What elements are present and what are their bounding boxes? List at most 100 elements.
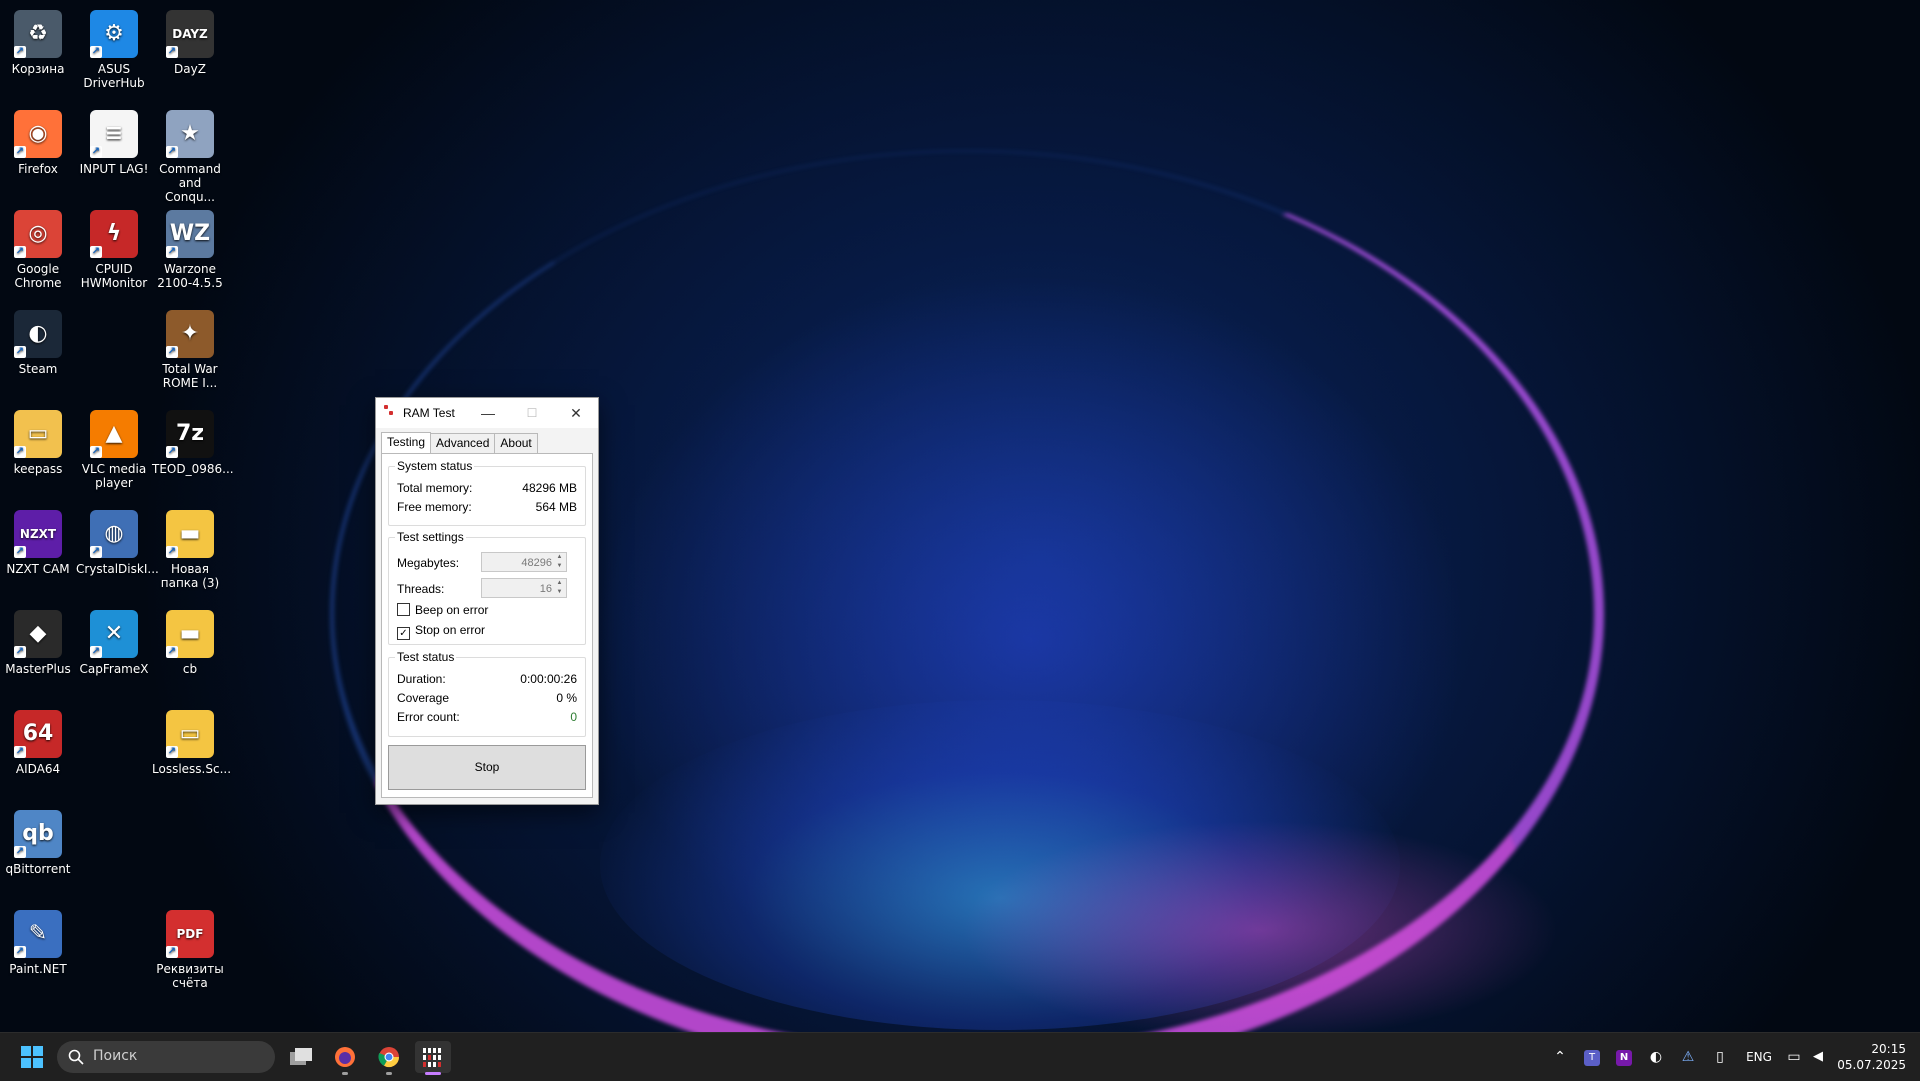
desktop-shortcut-icon: ◆ ↗ (14, 610, 62, 658)
tray-steam-icon[interactable]: ◐ (1644, 1033, 1668, 1081)
taskbar-chrome[interactable] (371, 1041, 407, 1075)
shortcut-arrow-icon: ↗ (14, 246, 26, 258)
desktop-icon-label: Google Chrome (14, 262, 62, 290)
shortcut-arrow-icon: ↗ (166, 46, 178, 58)
tab-about[interactable]: About (494, 433, 538, 454)
shortcut-arrow-icon: ↗ (166, 446, 178, 458)
desktop-icon[interactable]: NZXT ↗ NZXT CAM (0, 504, 76, 576)
desktop-icon[interactable]: ✦ ↗ Total War ROME I... (152, 304, 228, 390)
desktop-icon-label: Корзина (11, 62, 65, 76)
desktop-shortcut-icon: ▬ ↗ (166, 610, 214, 658)
show-hidden-icons-chevron-icon[interactable]: ⌃ (1548, 1033, 1572, 1081)
title-bar[interactable]: RAM Test — ☐ ✕ (376, 398, 598, 428)
windows-logo-icon (21, 1046, 43, 1068)
tray-volume-icon[interactable]: ◀ (1806, 1033, 1830, 1081)
desktop-icon-label: VLC media player (81, 462, 147, 490)
free-memory-label: Free memory: (397, 500, 472, 514)
desktop-icon[interactable]: ▭ ↗ Lossless.Sc... (152, 704, 232, 776)
duration-value: 0:00:00:26 (520, 672, 577, 686)
desktop-icon[interactable]: ≡ ↗ INPUT LAG! (76, 104, 152, 176)
task-view-button[interactable] (283, 1041, 319, 1073)
desktop-shortcut-icon: ◍ ↗ (90, 510, 138, 558)
minimize-button[interactable]: — (466, 398, 510, 428)
desktop-icon[interactable]: ◎ ↗ Google Chrome (0, 204, 76, 290)
taskbar-ram-test[interactable] (415, 1041, 451, 1075)
desktop-icon[interactable]: 64 ↗ AIDA64 (0, 704, 76, 776)
megabytes-spin-arrows-icon[interactable]: ▲ ▼ (555, 553, 564, 571)
beep-on-error-label: Beep on error (415, 603, 489, 617)
coverage-row: Coverage 0 % (397, 691, 577, 707)
tray-network-warning-icon[interactable]: ⚠ (1676, 1033, 1700, 1081)
firefox-icon (335, 1047, 355, 1067)
desktop-icon-label: TEOD_0986... (152, 462, 234, 476)
desktop-icon[interactable]: ♻ ↗ Корзина (0, 4, 76, 76)
desktop-icon[interactable]: 7z ↗ TEOD_0986... (152, 404, 234, 476)
shortcut-arrow-icon: ↗ (166, 146, 178, 158)
desktop-shortcut-icon: ✕ ↗ (90, 610, 138, 658)
taskbar-search[interactable]: Поиск (57, 1041, 275, 1073)
maximize-button[interactable]: ☐ (510, 398, 554, 428)
shortcut-arrow-icon: ↗ (90, 646, 102, 658)
stop-button[interactable]: Stop (388, 745, 586, 790)
desktop-icon[interactable]: ★ ↗ Command and Conqu... (152, 104, 228, 204)
language-indicator[interactable]: ENG (1742, 1033, 1776, 1081)
desktop-icon[interactable]: ◉ ↗ Firefox (0, 104, 76, 176)
duration-label: Duration: (397, 672, 446, 686)
ram-test-app-icon (384, 405, 394, 419)
total-memory-label: Total memory: (397, 481, 473, 495)
desktop-icon[interactable]: PDF ↗ Реквизиты счёта (152, 904, 228, 990)
test-status-label: Test status (395, 650, 457, 664)
stop-checkbox-box[interactable]: ✓ (397, 627, 410, 640)
desktop-icon-label: Warzone 2100-4.5.5 (157, 262, 223, 290)
shortcut-arrow-icon: ↗ (90, 146, 102, 158)
ram-test-taskbar-icon (423, 1048, 441, 1067)
megabytes-value: 48296 (521, 557, 552, 569)
tray-teams-icon[interactable]: T (1580, 1033, 1604, 1081)
tab-testing[interactable]: Testing (381, 432, 432, 455)
stop-on-error-label: Stop on error (415, 623, 486, 637)
taskbar-clock[interactable]: 20:15 05.07.2025 (1837, 1041, 1906, 1073)
desktop-icon[interactable]: ✕ ↗ CapFrameX (76, 604, 152, 676)
error-count-value: 0 (570, 710, 577, 724)
desktop-icon[interactable]: ⚙ ↗ ASUS DriverHub (76, 4, 152, 90)
desktop-icon[interactable]: ▭ ↗ keepass (0, 404, 76, 476)
start-button[interactable] (14, 1041, 50, 1073)
megabytes-stepper[interactable]: 48296 ▲ ▼ (481, 552, 567, 572)
tray-onenote-icon[interactable]: N (1612, 1033, 1636, 1081)
desktop-shortcut-icon: ◎ ↗ (14, 210, 62, 258)
desktop-icon[interactable]: ▬ ↗ Новая папка (3) (152, 504, 228, 590)
desktop-icon[interactable]: ▬ ↗ cb (152, 604, 228, 676)
desktop-icon[interactable]: ✎ ↗ Paint.NET (0, 904, 76, 976)
shortcut-arrow-icon: ↗ (14, 446, 26, 458)
desktop-icon-label: cb (182, 662, 198, 676)
desktop-icon-label: Lossless.Sc... (152, 762, 232, 776)
stop-on-error-checkbox[interactable]: ✓ Stop on error (397, 623, 486, 640)
desktop-icon-label: AIDA64 (15, 762, 61, 776)
tab-advanced[interactable]: Advanced (430, 433, 496, 454)
desktop-icon[interactable]: ◆ ↗ MasterPlus (0, 604, 76, 676)
desktop-icon[interactable]: ◍ ↗ CrystalDiskI... (76, 504, 159, 576)
shortcut-arrow-icon: ↗ (90, 46, 102, 58)
tray-usb-icon[interactable]: ▯ (1708, 1033, 1732, 1081)
desktop-icon[interactable]: ϟ ↗ CPUID HWMonitor (76, 204, 152, 290)
desktop-icon[interactable]: ◐ ↗ Steam (0, 304, 76, 376)
desktop-icon-label: Total War ROME I... (162, 362, 218, 390)
desktop-shortcut-icon: ◐ ↗ (14, 310, 62, 358)
threads-stepper[interactable]: 16 ▲ ▼ (481, 578, 567, 598)
desktop-icon[interactable]: DAYZ ↗ DayZ (152, 4, 228, 76)
desktop-icon[interactable]: qb ↗ qBittorrent (0, 804, 76, 876)
taskbar-firefox[interactable] (327, 1041, 363, 1075)
desktop-icon[interactable]: WZ ↗ Warzone 2100-4.5.5 (152, 204, 228, 290)
desktop-shortcut-icon: ≡ ↗ (90, 110, 138, 158)
task-view-icon (290, 1048, 312, 1065)
threads-spin-arrows-icon[interactable]: ▲ ▼ (555, 579, 564, 597)
shortcut-arrow-icon: ↗ (14, 146, 26, 158)
testing-panel: System status Total memory: 48296 MB Fre… (381, 453, 593, 798)
shortcut-arrow-icon: ↗ (90, 246, 102, 258)
tray-display-icon[interactable]: ▭ (1782, 1033, 1806, 1081)
desktop-icon[interactable]: ▲ ↗ VLC media player (76, 404, 152, 490)
beep-on-error-checkbox[interactable]: Beep on error (397, 603, 488, 619)
close-button[interactable]: ✕ (554, 398, 598, 428)
beep-checkbox-box[interactable] (397, 603, 410, 616)
megabytes-label: Megabytes: (397, 556, 460, 570)
